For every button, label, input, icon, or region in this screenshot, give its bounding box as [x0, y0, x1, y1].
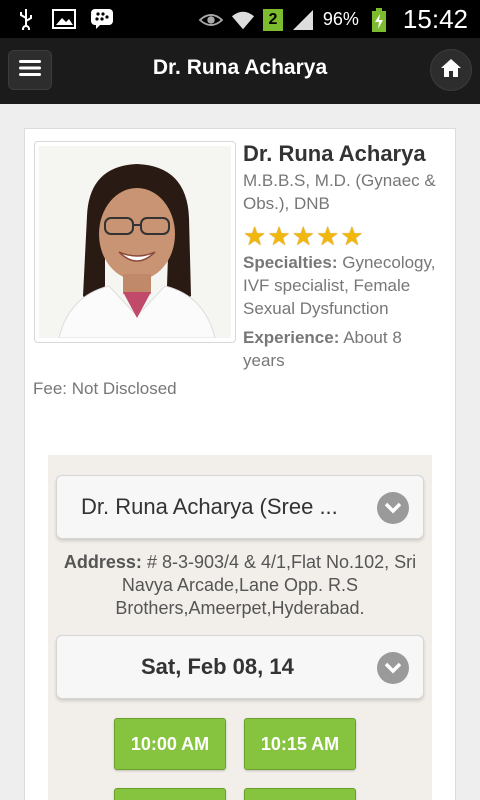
signal-icon — [291, 9, 315, 31]
status-bar: 2 96% 15:42 — [0, 0, 480, 38]
gallery-icon — [52, 8, 76, 30]
doctor-name: Dr. Runa Acharya — [243, 141, 426, 166]
time-slot-button[interactable] — [244, 788, 356, 800]
time-slot-button[interactable]: 10:00 AM — [114, 718, 226, 770]
wifi-icon — [231, 9, 255, 31]
star-icon: ★ — [315, 221, 340, 251]
specialties-label: Specialties: — [243, 253, 338, 272]
time-slot-button[interactable] — [114, 788, 226, 800]
experience-label: Experience: — [243, 328, 340, 347]
booking-section: Dr. Runa Acharya (Sree ... Address: # 8-… — [48, 455, 432, 800]
chevron-down-icon — [377, 492, 409, 524]
rating-stars: ★ ★ ★ ★ ★ — [243, 223, 364, 249]
doctor-degrees: M.B.B.S, M.D. (Gynaec & Obs.), DNB — [243, 171, 436, 213]
fee-text: Fee: Not Disclosed — [33, 379, 177, 398]
usb-icon — [14, 8, 38, 30]
date-select-value: Sat, Feb 08, 14 — [141, 654, 294, 679]
star-icon: ★ — [243, 221, 267, 251]
home-button[interactable] — [430, 49, 472, 91]
experience: Experience: About 8 years — [243, 326, 443, 372]
clinic-select[interactable]: Dr. Runa Acharya (Sree ... — [56, 475, 424, 539]
doctor-photo — [39, 146, 231, 338]
doctor-photo-frame — [34, 141, 236, 343]
eye-icon — [198, 9, 223, 31]
menu-button[interactable] — [8, 50, 52, 90]
clinic-select-value: Dr. Runa Acharya (Sree ... — [81, 494, 338, 519]
clock: 15:42 — [402, 4, 468, 34]
date-select[interactable]: Sat, Feb 08, 14 — [56, 635, 424, 699]
star-icon: ★ — [340, 221, 364, 251]
hamburger-icon — [19, 59, 41, 82]
bbm-icon — [90, 8, 114, 30]
clinic-address: Address: # 8-3-903/4 & 4/1,Flat No.102, … — [58, 551, 422, 620]
address-value: # 8-3-903/4 & 4/1,Flat No.102, Sri Navya… — [115, 552, 417, 618]
address-label: Address: — [63, 552, 142, 572]
star-icon: ★ — [291, 221, 315, 251]
battery-icon — [367, 7, 391, 32]
home-icon — [440, 58, 462, 83]
battery-percentage: 96% — [322, 9, 359, 29]
notification-badge: 2 — [262, 8, 283, 31]
page-title: Dr. Runa Acharya — [152, 56, 328, 79]
action-bar: Dr. Runa Acharya — [0, 38, 480, 104]
star-icon: ★ — [267, 221, 291, 251]
chevron-down-icon — [377, 652, 409, 684]
time-slot-button[interactable]: 10:15 AM — [244, 718, 356, 770]
specialties: Specialties: Gynecology, IVF specialist,… — [243, 251, 453, 320]
